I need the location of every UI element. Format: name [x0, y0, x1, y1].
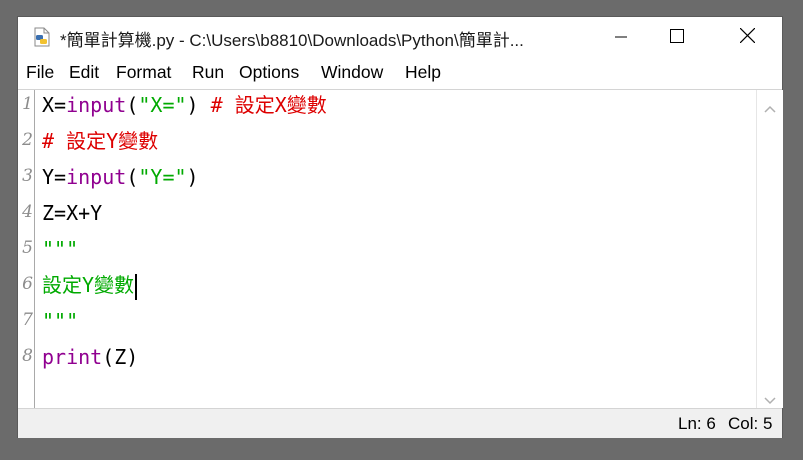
code-line[interactable]: """: [42, 234, 78, 264]
menu-format[interactable]: Format: [116, 62, 171, 83]
code-token: (: [126, 165, 139, 189]
status-column: Col: 5: [728, 414, 773, 433]
line-number: 7: [22, 310, 33, 330]
close-button[interactable]: [724, 17, 770, 57]
menu-bar: File Edit Format Run Options Window Help: [18, 58, 782, 88]
chevron-down-icon[interactable]: [764, 390, 776, 409]
code-token: X=: [42, 93, 67, 117]
code-line[interactable]: 設定Y變數: [42, 270, 138, 300]
code-line[interactable]: # 設定Y變數: [42, 126, 158, 156]
line-number: 5: [22, 238, 33, 258]
code-token: "Y=": [138, 165, 187, 189]
code-token: """: [42, 237, 79, 261]
code-token: (: [126, 93, 139, 117]
maximize-button[interactable]: [654, 17, 700, 57]
text-caret: [135, 273, 138, 300]
menu-run[interactable]: Run: [192, 62, 224, 83]
minimize-button[interactable]: [598, 17, 644, 57]
close-icon: [739, 27, 755, 47]
code-token: ): [186, 93, 211, 117]
code-token: input: [66, 165, 127, 189]
code-token: # 設定Y變數: [42, 129, 159, 153]
code-text-area[interactable]: X=input("X=") # 設定X變數 # 設定Y變數 Y=input("Y="…: [42, 90, 754, 408]
code-line[interactable]: X=input("X=") # 設定X變數: [42, 90, 327, 120]
code-token: ): [186, 165, 199, 189]
line-number: 8: [22, 346, 33, 366]
menu-file[interactable]: File: [26, 62, 54, 83]
code-token: (Z): [102, 345, 139, 369]
vertical-scrollbar[interactable]: [756, 90, 783, 408]
menu-edit[interactable]: Edit: [69, 62, 99, 83]
code-token: """: [42, 309, 79, 333]
line-number: 2: [22, 130, 33, 150]
menu-options[interactable]: Options: [239, 62, 299, 83]
status-line: Ln: 6: [678, 414, 716, 433]
line-number-gutter: 1 2 3 4 5 6 7 8: [18, 90, 35, 408]
menu-window[interactable]: Window: [321, 62, 383, 83]
title-bar[interactable]: *簡單計算機.py - C:\Users\b8810\Downloads\Pyt…: [18, 17, 782, 57]
code-line[interactable]: print(Z): [42, 342, 138, 372]
window-title: *簡單計算機.py - C:\Users\b8810\Downloads\Pyt…: [60, 31, 524, 50]
code-line[interactable]: Y=input("Y="): [42, 162, 199, 192]
code-token: input: [66, 93, 127, 117]
python-file-icon: [32, 27, 52, 47]
code-token: # 設定X變數: [210, 93, 327, 117]
minimize-icon: [615, 28, 627, 47]
idle-editor-window: *簡單計算機.py - C:\Users\b8810\Downloads\Pyt…: [18, 17, 783, 438]
code-line[interactable]: Z=X+Y: [42, 198, 102, 228]
code-line[interactable]: """: [42, 306, 78, 336]
line-number: 3: [22, 166, 33, 186]
menu-help[interactable]: Help: [405, 62, 441, 83]
code-token: Y=: [42, 165, 67, 189]
code-token: "X=": [138, 93, 187, 117]
line-number: 6: [22, 274, 33, 294]
status-bar: Ln: 6 Col: 5: [18, 408, 782, 438]
editor-area: 1 2 3 4 5 6 7 8 X=input("X=") # 設定X變數 # 設…: [18, 89, 783, 408]
chevron-up-icon[interactable]: [764, 98, 776, 117]
line-number: 4: [22, 202, 33, 222]
code-token: print: [42, 345, 103, 369]
code-token: 設定Y變數: [42, 273, 135, 297]
line-number: 1: [22, 94, 33, 114]
maximize-icon: [670, 28, 684, 47]
code-token: Z=X+Y: [42, 201, 103, 225]
